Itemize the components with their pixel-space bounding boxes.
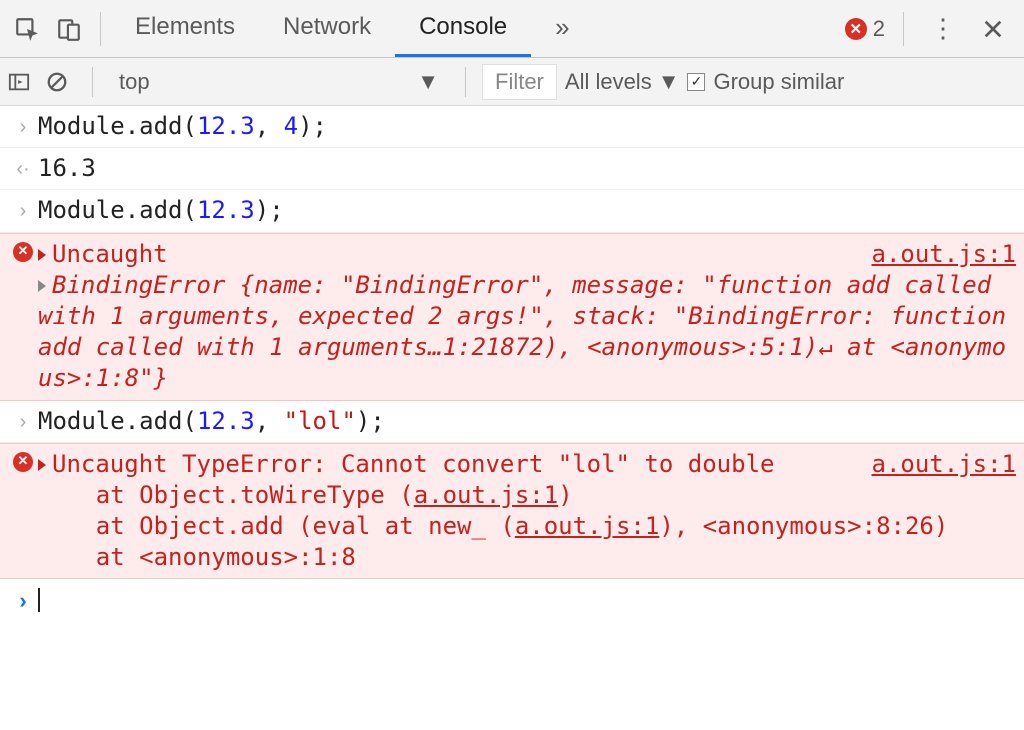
tab-overflow[interactable]: »: [531, 0, 593, 57]
inspect-element-icon[interactable]: [6, 8, 48, 50]
return-chevron-icon: ‹·: [8, 153, 38, 182]
log-level-selector[interactable]: All levels ▼: [565, 69, 680, 95]
prompt-chevron-icon: ›: [8, 584, 38, 616]
group-similar-label: Group similar: [713, 69, 844, 95]
source-link[interactable]: a.out.js:1: [515, 512, 660, 540]
error-icon: ✕: [8, 449, 38, 472]
error-body[interactable]: a.out.js:1 Uncaught BindingError {name: …: [38, 239, 1016, 395]
context-value: top: [119, 69, 150, 95]
console-toolbar: top ▼ Filter All levels ▼ ✓ Group simila…: [0, 58, 1024, 106]
console-log: › Module.add(12.3, 4); ‹· 16.3 › Module.…: [0, 106, 1024, 621]
separator: [903, 12, 904, 46]
console-input[interactable]: [38, 584, 1016, 615]
console-command[interactable]: Module.add(12.3, 4);: [38, 111, 1016, 142]
chevron-down-icon: ▼: [658, 69, 680, 95]
chevron-down-icon: ▼: [417, 69, 439, 95]
menu-icon[interactable]: ⋮: [922, 8, 964, 50]
console-prompt-row[interactable]: ›: [0, 579, 1024, 621]
text-caret: [38, 588, 40, 612]
disclosure-triangle-icon[interactable]: [38, 249, 46, 261]
close-icon[interactable]: [972, 8, 1014, 50]
clear-console-icon[interactable]: [46, 71, 76, 93]
group-similar-toggle[interactable]: ✓ Group similar: [687, 69, 844, 95]
separator: [100, 12, 101, 46]
context-selector[interactable]: top ▼: [109, 65, 449, 99]
return-value[interactable]: 16.3: [38, 153, 1016, 184]
error-body[interactable]: a.out.js:1 Uncaught TypeError: Cannot co…: [38, 449, 1016, 574]
console-command[interactable]: Module.add(12.3);: [38, 195, 1016, 226]
error-object[interactable]: BindingError {name: "BindingError", mess…: [38, 271, 1006, 393]
disclosure-triangle-icon[interactable]: [38, 459, 46, 471]
console-input-row: › Module.add(12.3, "lol");: [0, 401, 1024, 443]
filter-placeholder-text: Filter: [495, 69, 544, 94]
panel-tabs: Elements Network Console »: [111, 0, 845, 57]
console-result-row: ‹· 16.3: [0, 148, 1024, 190]
stack-trace: at Object.toWireType (a.out.js:1) at Obj…: [38, 480, 1016, 574]
disclosure-triangle-icon[interactable]: [38, 280, 46, 292]
input-chevron-icon: ›: [8, 195, 38, 224]
error-icon: ✕: [845, 18, 867, 40]
console-input-row: › Module.add(12.3);: [0, 190, 1024, 232]
filter-input[interactable]: Filter: [482, 64, 557, 100]
source-link[interactable]: a.out.js:1: [872, 239, 1017, 270]
input-chevron-icon: ›: [8, 406, 38, 435]
devtools-tab-bar: Elements Network Console » ✕ 2 ⋮: [0, 0, 1024, 58]
console-error-row: ✕ a.out.js:1 Uncaught BindingError {name…: [0, 233, 1024, 401]
console-command[interactable]: Module.add(12.3, "lol");: [38, 406, 1016, 437]
error-count: 2: [873, 16, 885, 42]
source-link[interactable]: a.out.js:1: [414, 481, 559, 509]
tab-console[interactable]: Console: [395, 0, 531, 57]
separator: [465, 67, 466, 97]
error-headline: Uncaught TypeError: Cannot convert "lol"…: [52, 450, 774, 478]
separator: [92, 67, 93, 97]
error-headline: Uncaught: [52, 240, 168, 268]
log-level-label: All levels: [565, 69, 652, 95]
device-toolbar-icon[interactable]: [48, 8, 90, 50]
error-counter[interactable]: ✕ 2: [845, 16, 885, 42]
error-icon: ✕: [8, 239, 38, 262]
console-input-row: › Module.add(12.3, 4);: [0, 106, 1024, 148]
toggle-sidebar-icon[interactable]: [8, 71, 38, 93]
console-error-row: ✕ a.out.js:1 Uncaught TypeError: Cannot …: [0, 443, 1024, 580]
checkbox-checked-icon: ✓: [687, 73, 705, 91]
input-chevron-icon: ›: [8, 111, 38, 140]
tab-elements[interactable]: Elements: [111, 0, 259, 57]
tab-network[interactable]: Network: [259, 0, 395, 57]
source-link[interactable]: a.out.js:1: [872, 449, 1017, 480]
overflow-icon: »: [555, 12, 569, 43]
